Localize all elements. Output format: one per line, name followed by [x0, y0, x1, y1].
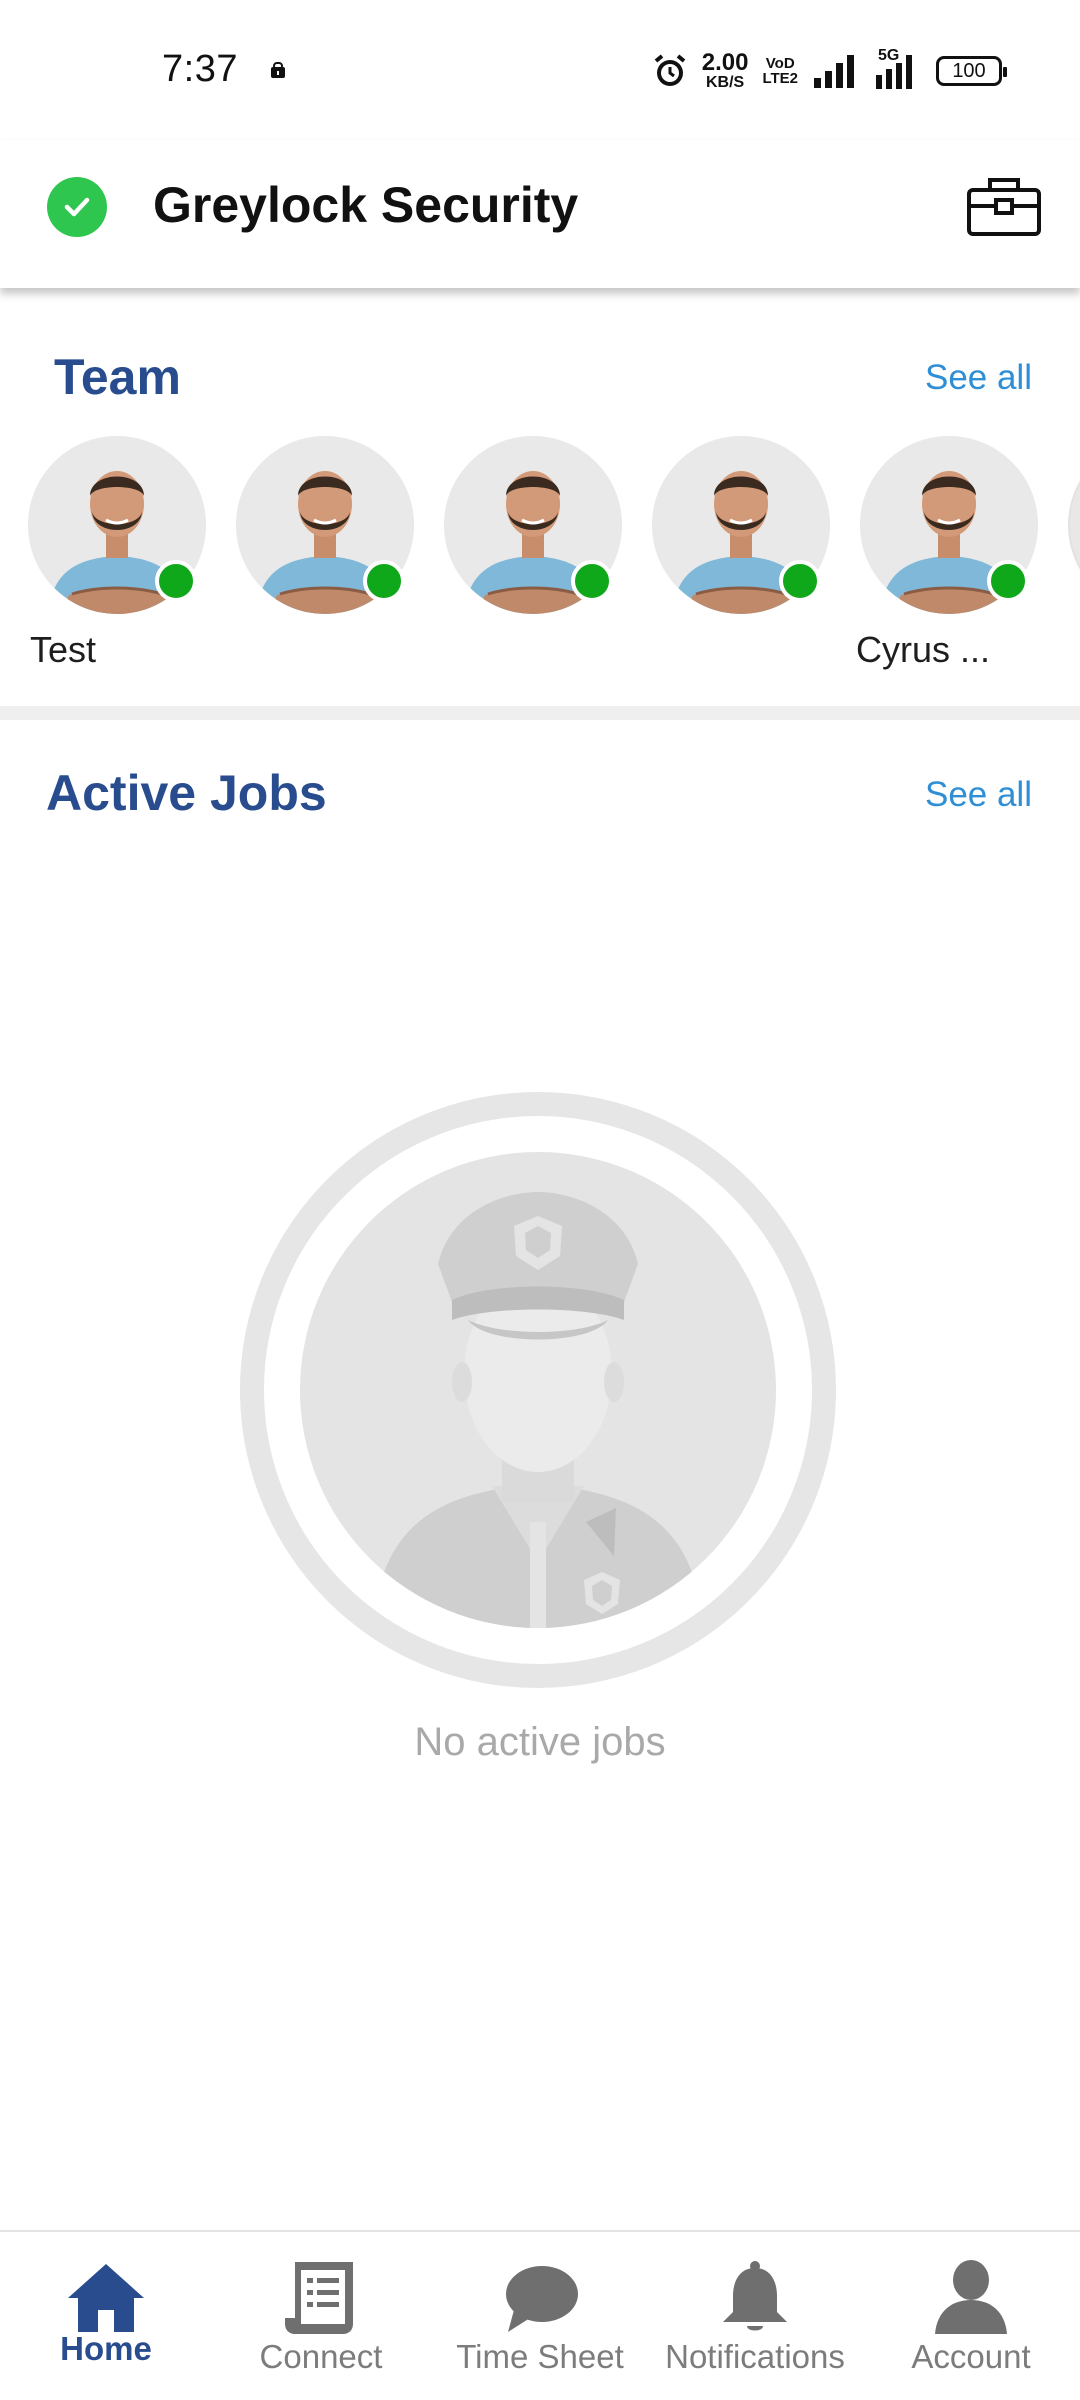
nav-account[interactable]: Account — [896, 2232, 1046, 2400]
net-speed-unit: KB/S — [705, 74, 745, 91]
nav-label: Time Sheet — [456, 2338, 624, 2375]
team-member[interactable] — [444, 436, 622, 676]
status-bar: 7:37 2.00 KB/S VoD LTE2 5G 100 — [0, 0, 1080, 140]
section-divider — [0, 706, 1080, 720]
nav-label: Connect — [259, 2338, 383, 2375]
status-time: 7:37 — [162, 48, 238, 90]
document-icon — [285, 2262, 353, 2334]
home-icon — [68, 2264, 144, 2332]
online-status-dot — [363, 560, 405, 602]
team-member-partial[interactable] — [1068, 436, 1080, 676]
team-member[interactable] — [236, 436, 414, 676]
avatar — [1068, 436, 1080, 614]
security-guard-placeholder-icon — [240, 1092, 836, 1688]
nav-home[interactable]: Home — [46, 2232, 166, 2400]
signal-5g-icon: 5G — [872, 47, 922, 91]
alarm-icon — [654, 54, 685, 86]
nav-connect[interactable]: Connect — [246, 2232, 396, 2400]
volte-indicator: VoD LTE2 — [762, 56, 798, 86]
empty-state-message: No active jobs — [414, 1720, 666, 1764]
chat-bubble-icon — [506, 2266, 578, 2332]
bell-icon — [723, 2261, 787, 2331]
nav-label: Account — [911, 2338, 1031, 2375]
team-member-list: Test Cyrus ... — [28, 436, 1080, 676]
online-status-dot — [779, 560, 821, 602]
nav-notifications[interactable]: Notifications — [650, 2232, 860, 2400]
net-speed: 2.00 KB/S — [702, 51, 749, 91]
team-member[interactable]: Test — [28, 436, 206, 676]
nav-label: Notifications — [665, 2338, 845, 2375]
nav-label: Home — [60, 2330, 152, 2367]
home-screen: 7:37 2.00 KB/S VoD LTE2 5G 100 Greylock … — [0, 0, 1080, 2400]
online-status-dot — [155, 560, 197, 602]
net-speed-value: 2.00 — [701, 49, 749, 76]
app-header: Greylock Security — [0, 140, 1080, 288]
volte-top: VoD — [765, 55, 795, 72]
nav-time-sheet[interactable]: Time Sheet — [438, 2232, 642, 2400]
person-icon — [935, 2260, 1007, 2334]
online-status-dot — [571, 560, 613, 602]
toolbox-icon[interactable] — [966, 174, 1042, 238]
team-member[interactable] — [652, 436, 830, 676]
status-right-group: 2.00 KB/S VoD LTE2 5G 100 — [652, 47, 1007, 94]
active-jobs-title: Active Jobs — [46, 765, 327, 821]
member-name: Cyrus ... — [856, 629, 991, 670]
volte-bottom: LTE2 — [762, 70, 798, 87]
active-jobs-see-all-link[interactable]: See all — [925, 775, 1032, 815]
team-member[interactable]: Cyrus ... — [856, 436, 1038, 676]
battery-indicator: 100 — [936, 56, 1007, 86]
member-name: Test — [30, 629, 97, 670]
signal-icon — [814, 55, 854, 88]
page-title: Greylock Security — [153, 177, 579, 233]
team-see-all-link[interactable]: See all — [925, 358, 1032, 398]
check-circle-icon — [47, 177, 107, 237]
team-title: Team — [54, 349, 181, 405]
notification-small-icon — [271, 62, 285, 78]
bottom-navigation: Home Connect Time Sheet Notifications Ac… — [0, 2230, 1080, 2400]
online-status-dot — [987, 560, 1029, 602]
